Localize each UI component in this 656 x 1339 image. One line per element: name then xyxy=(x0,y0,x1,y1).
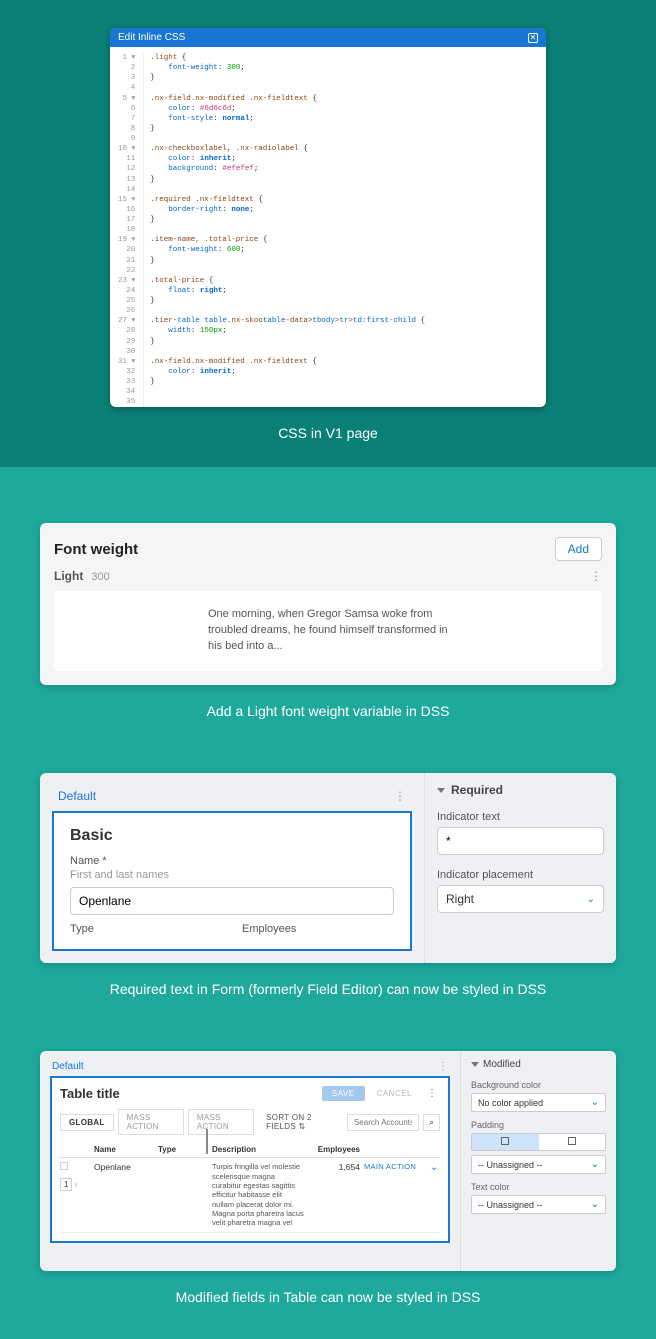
padding-select[interactable]: -- Unassigned -- ⌄ xyxy=(471,1155,606,1174)
row-checkbox[interactable] xyxy=(60,1162,68,1170)
chevron-down-icon: ⌄ xyxy=(591,1199,599,1210)
bg-color-select[interactable]: No color applied ⌄ xyxy=(471,1093,606,1112)
chevron-down-icon: ⌄ xyxy=(587,894,595,905)
form-canvas: Default ⋮ Basic Name * First and last na… xyxy=(40,773,424,963)
table-tab-default[interactable]: Default xyxy=(52,1061,84,1072)
font-weight-preview: One morning, when Gregor Samsa woke from… xyxy=(54,591,602,671)
modified-section-toggle[interactable]: Modified xyxy=(471,1059,606,1070)
employees-label: Employees xyxy=(242,923,394,935)
preview-text: One morning, when Gregor Samsa woke from… xyxy=(208,607,448,655)
name-field[interactable] xyxy=(70,887,394,915)
form-properties-panel: Required Indicator text Indicator placem… xyxy=(424,773,616,963)
chevron-right-icon[interactable]: › xyxy=(74,1180,77,1189)
col-description[interactable]: Description xyxy=(212,1145,306,1154)
padding-individual[interactable] xyxy=(539,1134,606,1150)
section-css: Edit Inline CSS ✕ 1 ▾2345 ▾678910 ▾11121… xyxy=(0,0,656,467)
table-toolbar: GLOBAL MASS ACTION MASS ACTION SORT ON 2… xyxy=(60,1109,440,1135)
cell-name: Openlane xyxy=(94,1162,154,1172)
kebab-menu-icon[interactable]: ⋮ xyxy=(424,1088,440,1099)
save-button[interactable]: SAVE xyxy=(322,1086,365,1101)
padding-label: Padding xyxy=(471,1120,606,1130)
form-panel: Default ⋮ Basic Name * First and last na… xyxy=(40,773,616,963)
code-area[interactable]: .light { font-weight: 300;} .nx-field.nx… xyxy=(144,53,425,407)
sort-indicator[interactable]: SORT ON 2 FIELDS ⇅ xyxy=(262,1110,343,1134)
font-weight-name: Light xyxy=(54,569,83,583)
text-color-label: Text color xyxy=(471,1182,606,1192)
close-icon[interactable]: ✕ xyxy=(528,33,538,43)
table-header-row: Name Type Description Employees xyxy=(60,1141,440,1158)
table-panel: Default ⋮ Table title SAVE CANCEL ⋮ GLOB… xyxy=(40,1051,616,1271)
cell-description: Turpis fringilla vel molestie scelerisqu… xyxy=(212,1162,306,1228)
row-number: 1 xyxy=(60,1178,72,1191)
kebab-menu-icon[interactable]: ⋮ xyxy=(590,569,602,583)
indicator-text-label: Indicator text xyxy=(437,811,604,823)
name-hint: First and last names xyxy=(70,869,394,881)
main-action-button[interactable]: MAIN ACTION xyxy=(364,1162,426,1171)
mass-action-button[interactable]: MASS ACTION xyxy=(188,1109,254,1135)
chevron-down-icon xyxy=(471,1062,479,1067)
column-resize-handle[interactable] xyxy=(206,1129,208,1154)
css-editor-body[interactable]: 1 ▾2345 ▾678910 ▾1112131415 ▾16171819 ▾2… xyxy=(110,47,546,407)
font-weight-value: 300 xyxy=(91,571,109,583)
table-title: Table title xyxy=(60,1086,120,1101)
scope-global-tab[interactable]: GLOBAL xyxy=(60,1114,114,1131)
add-button[interactable]: Add xyxy=(555,537,602,561)
css-editor-card: Edit Inline CSS ✕ 1 ▾2345 ▾678910 ▾11121… xyxy=(110,28,546,407)
section-table: Default ⋮ Table title SAVE CANCEL ⋮ GLOB… xyxy=(0,1021,656,1339)
padding-uniform[interactable] xyxy=(472,1134,539,1150)
search-icon[interactable]: ⌕ xyxy=(423,1114,440,1131)
required-section-toggle[interactable]: Required xyxy=(437,783,604,797)
table-canvas: Default ⋮ Table title SAVE CANCEL ⋮ GLOB… xyxy=(40,1051,460,1271)
cell-employees: 1,654 xyxy=(310,1162,360,1172)
bg-color-label: Background color xyxy=(471,1080,606,1090)
chevron-down-icon xyxy=(437,788,445,793)
col-name[interactable]: Name xyxy=(94,1145,154,1154)
col-type[interactable]: Type xyxy=(158,1145,208,1154)
font-weight-card: Font weight Add Light 300 ⋮ One morning,… xyxy=(40,523,616,685)
indicator-placement-select[interactable]: Right ⌄ xyxy=(437,885,604,913)
section-font-weight: Font weight Add Light 300 ⋮ One morning,… xyxy=(0,467,656,743)
css-editor-title: Edit Inline CSS xyxy=(118,32,185,43)
square-icon xyxy=(568,1137,576,1145)
section-caption: Add a Light font weight variable in DSS xyxy=(40,703,616,719)
col-employees[interactable]: Employees xyxy=(310,1145,360,1154)
section-caption: Modified fields in Table can now be styl… xyxy=(40,1289,616,1305)
line-gutter: 1 ▾2345 ▾678910 ▾1112131415 ▾16171819 ▾2… xyxy=(114,53,144,407)
name-label: Name * xyxy=(70,855,394,867)
indicator-text-input[interactable] xyxy=(437,827,604,855)
table-selected-box[interactable]: Table title SAVE CANCEL ⋮ GLOBAL MASS AC… xyxy=(50,1076,450,1243)
section-form: Default ⋮ Basic Name * First and last na… xyxy=(0,743,656,1021)
chevron-down-icon: ⌄ xyxy=(591,1097,599,1108)
cancel-button[interactable]: CANCEL xyxy=(369,1086,420,1101)
font-weight-title: Font weight xyxy=(54,541,138,558)
mass-action-button[interactable]: MASS ACTION xyxy=(118,1109,184,1135)
indicator-placement-label: Indicator placement xyxy=(437,869,604,881)
font-weight-row[interactable]: Light 300 ⋮ xyxy=(54,567,602,591)
section-caption: CSS in V1 page xyxy=(110,425,546,441)
table-row[interactable]: 1› Openlane Turpis fringilla vel molesti… xyxy=(60,1158,440,1233)
type-label: Type xyxy=(70,923,222,935)
kebab-menu-icon[interactable]: ⋮ xyxy=(438,1061,448,1072)
padding-mode-toggle[interactable] xyxy=(471,1133,606,1151)
css-editor-titlebar: Edit Inline CSS ✕ xyxy=(110,28,546,47)
chevron-down-icon[interactable]: ⌄ xyxy=(430,1162,440,1173)
table-properties-panel: Modified Background color No color appli… xyxy=(460,1051,616,1271)
square-icon xyxy=(501,1137,509,1145)
search-input[interactable] xyxy=(347,1114,419,1131)
form-selected-box[interactable]: Basic Name * First and last names Type E… xyxy=(52,811,412,951)
section-caption: Required text in Form (formerly Field Ed… xyxy=(40,981,616,997)
data-table: Name Type Description Employees 1› Openl… xyxy=(60,1141,440,1233)
form-tab-default[interactable]: Default xyxy=(58,789,96,803)
text-color-select[interactable]: -- Unassigned -- ⌄ xyxy=(471,1195,606,1214)
chevron-down-icon: ⌄ xyxy=(591,1159,599,1170)
kebab-menu-icon[interactable]: ⋮ xyxy=(394,789,406,803)
form-heading: Basic xyxy=(70,827,394,845)
